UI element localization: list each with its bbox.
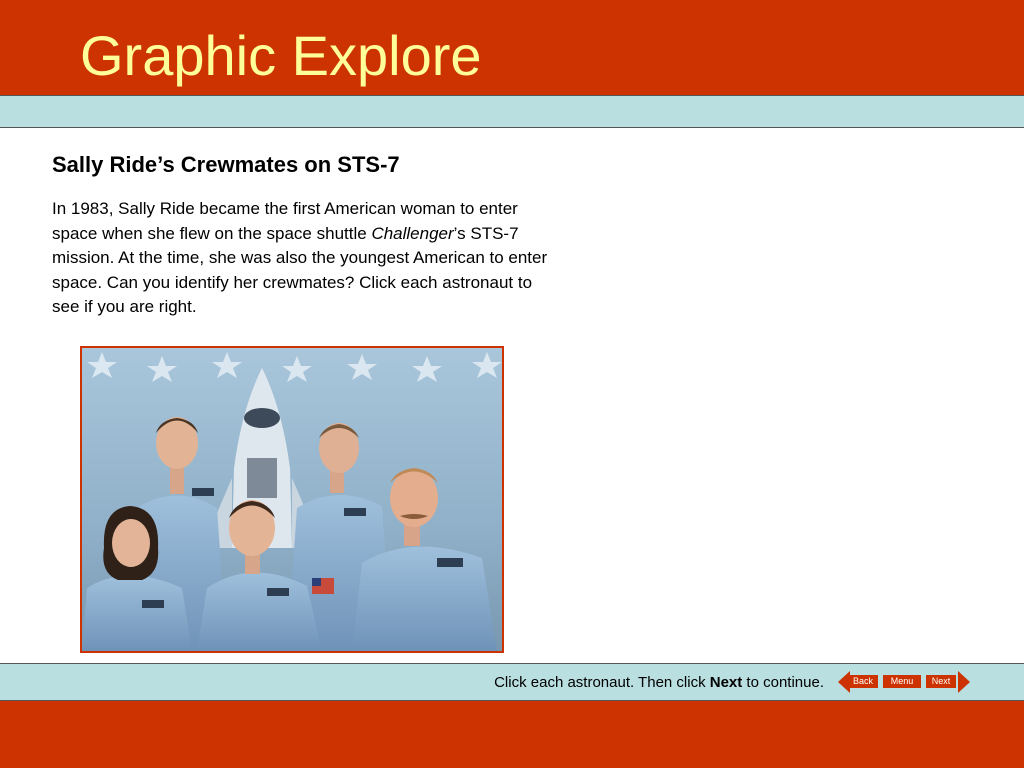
menu-button[interactable]: Menu bbox=[883, 675, 921, 688]
header-subbar bbox=[0, 95, 1024, 128]
crew-photo-illustration bbox=[82, 348, 502, 651]
bottom-bar bbox=[0, 701, 1024, 768]
header-bar: Graphic Explore bbox=[0, 0, 1024, 95]
intro-paragraph: In 1983, Sally Ride became the first Ame… bbox=[52, 197, 557, 320]
next-arrow-icon[interactable] bbox=[958, 671, 970, 693]
section-heading: Sally Ride’s Crewmates on STS-7 bbox=[52, 152, 400, 177]
instruction-next-word: Next bbox=[709, 674, 743, 691]
instruction-text: Click each astronaut. Then click Next to… bbox=[494, 674, 824, 691]
footer-bar: Click each astronaut. Then click Next to… bbox=[0, 663, 1024, 701]
instruction-text-post: to continue. bbox=[742, 674, 824, 691]
navigation-controls: Back Menu Next bbox=[838, 671, 970, 693]
crew-photo bbox=[80, 346, 504, 653]
back-button[interactable]: Back bbox=[848, 675, 878, 688]
shuttle-name: Challenger bbox=[371, 223, 454, 243]
instruction-text-pre: Click each astronaut. Then click bbox=[494, 674, 710, 691]
next-button[interactable]: Next bbox=[926, 675, 956, 688]
page-title: Graphic Explore bbox=[80, 24, 482, 87]
